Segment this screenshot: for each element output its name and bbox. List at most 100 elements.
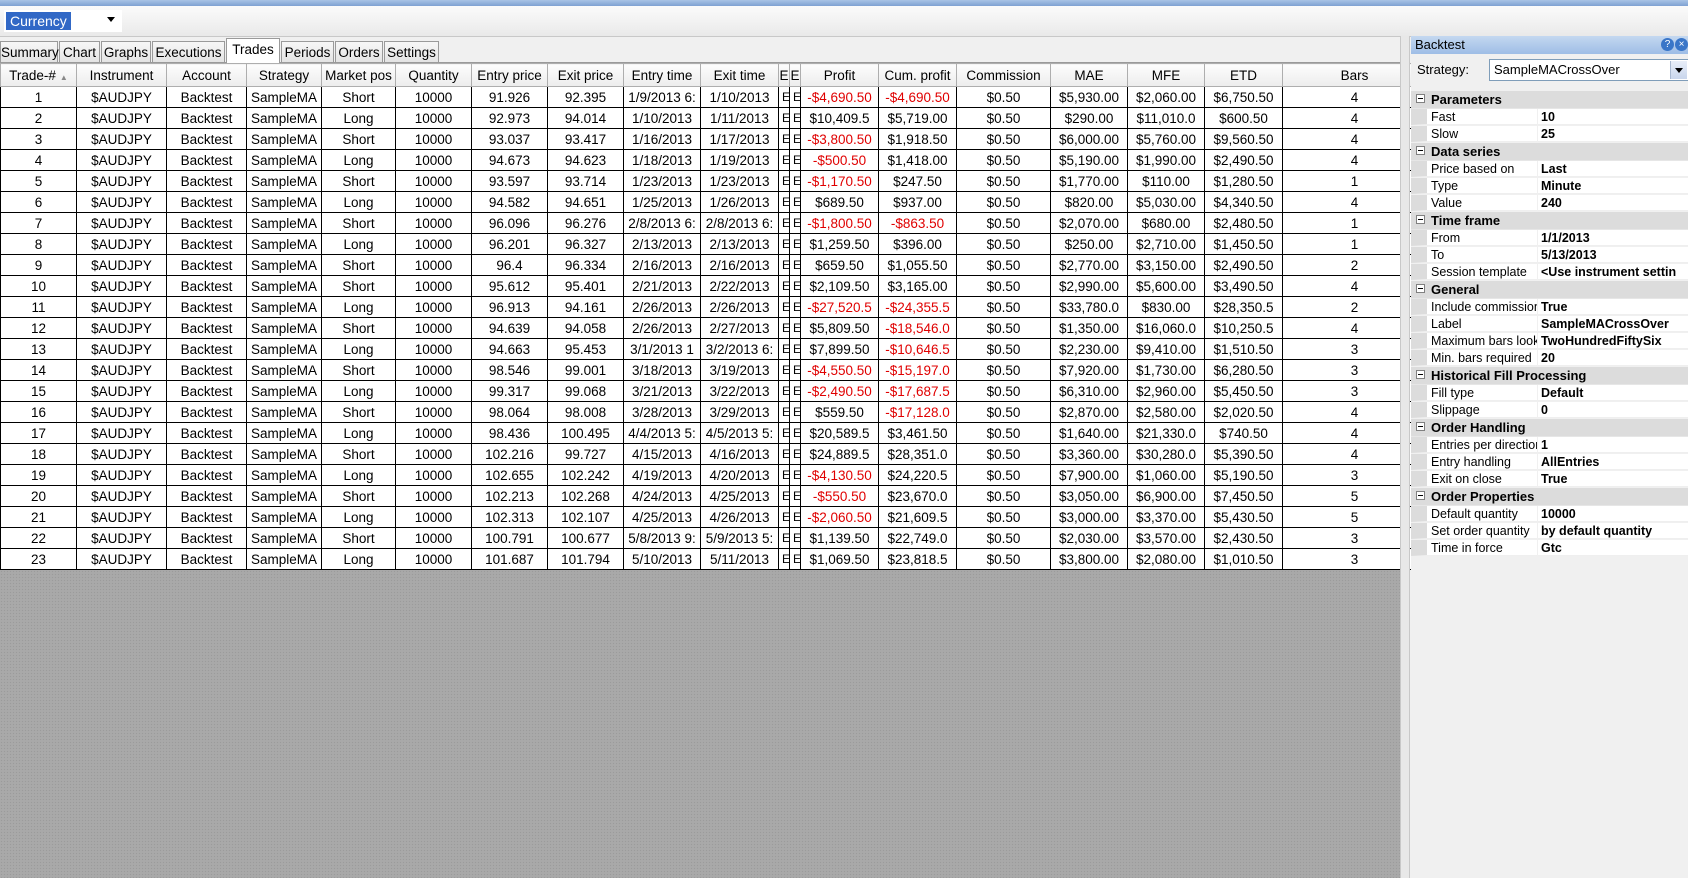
- property-value[interactable]: SampleMACrossOver: [1538, 316, 1688, 332]
- property-value[interactable]: Minute: [1538, 178, 1688, 194]
- property-row[interactable]: To 5/13/2013: [1411, 247, 1688, 264]
- column-header[interactable]: Market pos: [321, 63, 396, 87]
- column-header[interactable]: Trade-# ▲: [0, 63, 77, 87]
- column-header[interactable]: Exit time: [700, 63, 779, 87]
- column-header[interactable]: MAE: [1050, 63, 1128, 87]
- property-row[interactable]: Exit on close True: [1411, 471, 1688, 488]
- property-value[interactable]: 25: [1538, 126, 1688, 142]
- column-header[interactable]: Entry time: [623, 63, 701, 87]
- property-value[interactable]: Last: [1538, 161, 1688, 177]
- property-value[interactable]: Gtc: [1538, 540, 1688, 556]
- column-header[interactable]: Exit price: [547, 63, 624, 87]
- chevron-down-icon[interactable]: [107, 17, 115, 22]
- property-row[interactable]: Label SampleMACrossOver: [1411, 316, 1688, 333]
- table-row[interactable]: 5 $AUDJPY Backtest SampleMA Short 10000 93.597…: [0, 170, 1427, 192]
- table-row[interactable]: 22 $AUDJPY Backtest SampleMA Short 10000 100.7…: [0, 527, 1427, 549]
- table-row[interactable]: 13 $AUDJPY Backtest SampleMA Long 10000 94.663…: [0, 338, 1427, 360]
- table-row[interactable]: 2 $AUDJPY Backtest SampleMA Long 10000 92.973 9…: [0, 107, 1427, 129]
- table-row[interactable]: 7 $AUDJPY Backtest SampleMA Short 10000 96.096…: [0, 212, 1427, 234]
- collapse-icon[interactable]: [1416, 284, 1425, 293]
- table-row[interactable]: 6 $AUDJPY Backtest SampleMA Long 10000 94.582 9…: [0, 191, 1427, 213]
- table-row[interactable]: 10 $AUDJPY Backtest SampleMA Short 10000 95.61…: [0, 275, 1427, 297]
- column-header[interactable]: E: [778, 63, 790, 87]
- property-value[interactable]: <Use instrument settin: [1538, 264, 1688, 280]
- property-value[interactable]: by default quantity: [1538, 523, 1688, 539]
- collapse-icon[interactable]: [1416, 94, 1425, 103]
- table-row[interactable]: 23 $AUDJPY Backtest SampleMA Long 10000 101.68…: [0, 548, 1427, 570]
- property-value[interactable]: 1/1/2013: [1538, 230, 1688, 246]
- property-row[interactable]: Entries per direction 1: [1411, 437, 1688, 454]
- table-row[interactable]: 3 $AUDJPY Backtest SampleMA Short 10000 93.037…: [0, 128, 1427, 150]
- table-row[interactable]: 15 $AUDJPY Backtest SampleMA Long 10000 99.317…: [0, 380, 1427, 402]
- property-value[interactable]: 20: [1538, 350, 1688, 366]
- column-header[interactable]: Account: [166, 63, 247, 87]
- column-header[interactable]: MFE: [1127, 63, 1205, 87]
- table-row[interactable]: 17 $AUDJPY Backtest SampleMA Long 10000 98.436…: [0, 422, 1427, 444]
- table-row[interactable]: 9 $AUDJPY Backtest SampleMA Short 10000 96.4 96…: [0, 254, 1427, 276]
- table-row[interactable]: 4 $AUDJPY Backtest SampleMA Long 10000 94.673 9…: [0, 149, 1427, 171]
- property-row[interactable]: From 1/1/2013: [1411, 230, 1688, 247]
- collapse-icon[interactable]: [1416, 215, 1425, 224]
- tab-orders[interactable]: Orders: [335, 41, 383, 62]
- collapse-icon[interactable]: [1416, 370, 1425, 379]
- table-row[interactable]: 1 $AUDJPY Backtest SampleMA Short 10000 91.926…: [0, 86, 1427, 108]
- table-row[interactable]: 14 $AUDJPY Backtest SampleMA Short 10000 98.54…: [0, 359, 1427, 381]
- property-row[interactable]: Fast 10: [1411, 109, 1688, 126]
- property-value[interactable]: 240: [1538, 195, 1688, 211]
- property-category[interactable]: General: [1411, 281, 1688, 299]
- table-row[interactable]: 21 $AUDJPY Backtest SampleMA Long 10000 102.31…: [0, 506, 1427, 528]
- property-value[interactable]: TwoHundredFiftySix: [1538, 333, 1688, 349]
- table-row[interactable]: 19 $AUDJPY Backtest SampleMA Long 10000 102.65…: [0, 464, 1427, 486]
- property-row[interactable]: Value 240: [1411, 195, 1688, 212]
- tab-settings[interactable]: Settings: [384, 41, 439, 62]
- tab-periods[interactable]: Periods: [281, 41, 334, 62]
- property-category[interactable]: Order Handling: [1411, 419, 1688, 437]
- column-header[interactable]: Commission: [956, 63, 1051, 87]
- property-row[interactable]: Slippage 0: [1411, 402, 1688, 419]
- table-row[interactable]: 20 $AUDJPY Backtest SampleMA Short 10000 102.2…: [0, 485, 1427, 507]
- property-category[interactable]: Data series: [1411, 143, 1688, 161]
- property-value[interactable]: 5/13/2013: [1538, 247, 1688, 263]
- property-row[interactable]: Price based on Last: [1411, 161, 1688, 178]
- property-row[interactable]: Include commission True: [1411, 299, 1688, 316]
- column-header[interactable]: E: [789, 63, 801, 87]
- column-header[interactable]: Quantity: [395, 63, 472, 87]
- property-value[interactable]: 0: [1538, 402, 1688, 418]
- column-header[interactable]: Entry price: [471, 63, 548, 87]
- tab-chart[interactable]: Chart: [59, 41, 100, 62]
- property-value[interactable]: True: [1538, 471, 1688, 487]
- property-row[interactable]: Entry handling AllEntries: [1411, 454, 1688, 471]
- property-value[interactable]: True: [1538, 299, 1688, 315]
- help-icon[interactable]: ?: [1661, 38, 1674, 51]
- table-row[interactable]: 8 $AUDJPY Backtest SampleMA Long 10000 96.201 9…: [0, 233, 1427, 255]
- table-row[interactable]: 12 $AUDJPY Backtest SampleMA Short 10000 94.63…: [0, 317, 1427, 339]
- table-row[interactable]: 18 $AUDJPY Backtest SampleMA Short 10000 102.2…: [0, 443, 1427, 465]
- property-value[interactable]: 1: [1538, 437, 1688, 453]
- property-row[interactable]: Slow 25: [1411, 126, 1688, 143]
- property-category[interactable]: Historical Fill Processing: [1411, 367, 1688, 385]
- tab-trades[interactable]: Trades: [226, 38, 280, 63]
- column-header[interactable]: Strategy: [246, 63, 322, 87]
- property-category[interactable]: Parameters: [1411, 91, 1688, 109]
- property-row[interactable]: Time in force Gtc: [1411, 540, 1688, 557]
- tab-graphs[interactable]: Graphs: [101, 41, 151, 62]
- strategy-dropdown[interactable]: SampleMACrossOver: [1489, 59, 1688, 81]
- property-row[interactable]: Session template <Use instrument settin: [1411, 264, 1688, 281]
- property-row[interactable]: Default quantity 10000: [1411, 506, 1688, 523]
- collapse-icon[interactable]: [1416, 491, 1425, 500]
- tab-executions[interactable]: Executions: [152, 41, 225, 62]
- collapse-icon[interactable]: [1416, 146, 1425, 155]
- property-row[interactable]: Min. bars required 20: [1411, 350, 1688, 367]
- property-value[interactable]: 10000: [1538, 506, 1688, 522]
- table-row[interactable]: 11 $AUDJPY Backtest SampleMA Long 10000 96.913…: [0, 296, 1427, 318]
- property-row[interactable]: Fill type Default: [1411, 385, 1688, 402]
- panel-splitter[interactable]: [1400, 36, 1410, 878]
- column-header[interactable]: Profit: [800, 63, 879, 87]
- tab-summary[interactable]: Summary: [0, 41, 59, 62]
- property-row[interactable]: Type Minute: [1411, 178, 1688, 195]
- property-category[interactable]: Order Properties: [1411, 488, 1688, 506]
- instrument-selector[interactable]: Currency: [4, 10, 122, 32]
- column-header[interactable]: Cum. profit: [878, 63, 957, 87]
- property-category[interactable]: Time frame: [1411, 212, 1688, 230]
- column-header[interactable]: ETD: [1204, 63, 1283, 87]
